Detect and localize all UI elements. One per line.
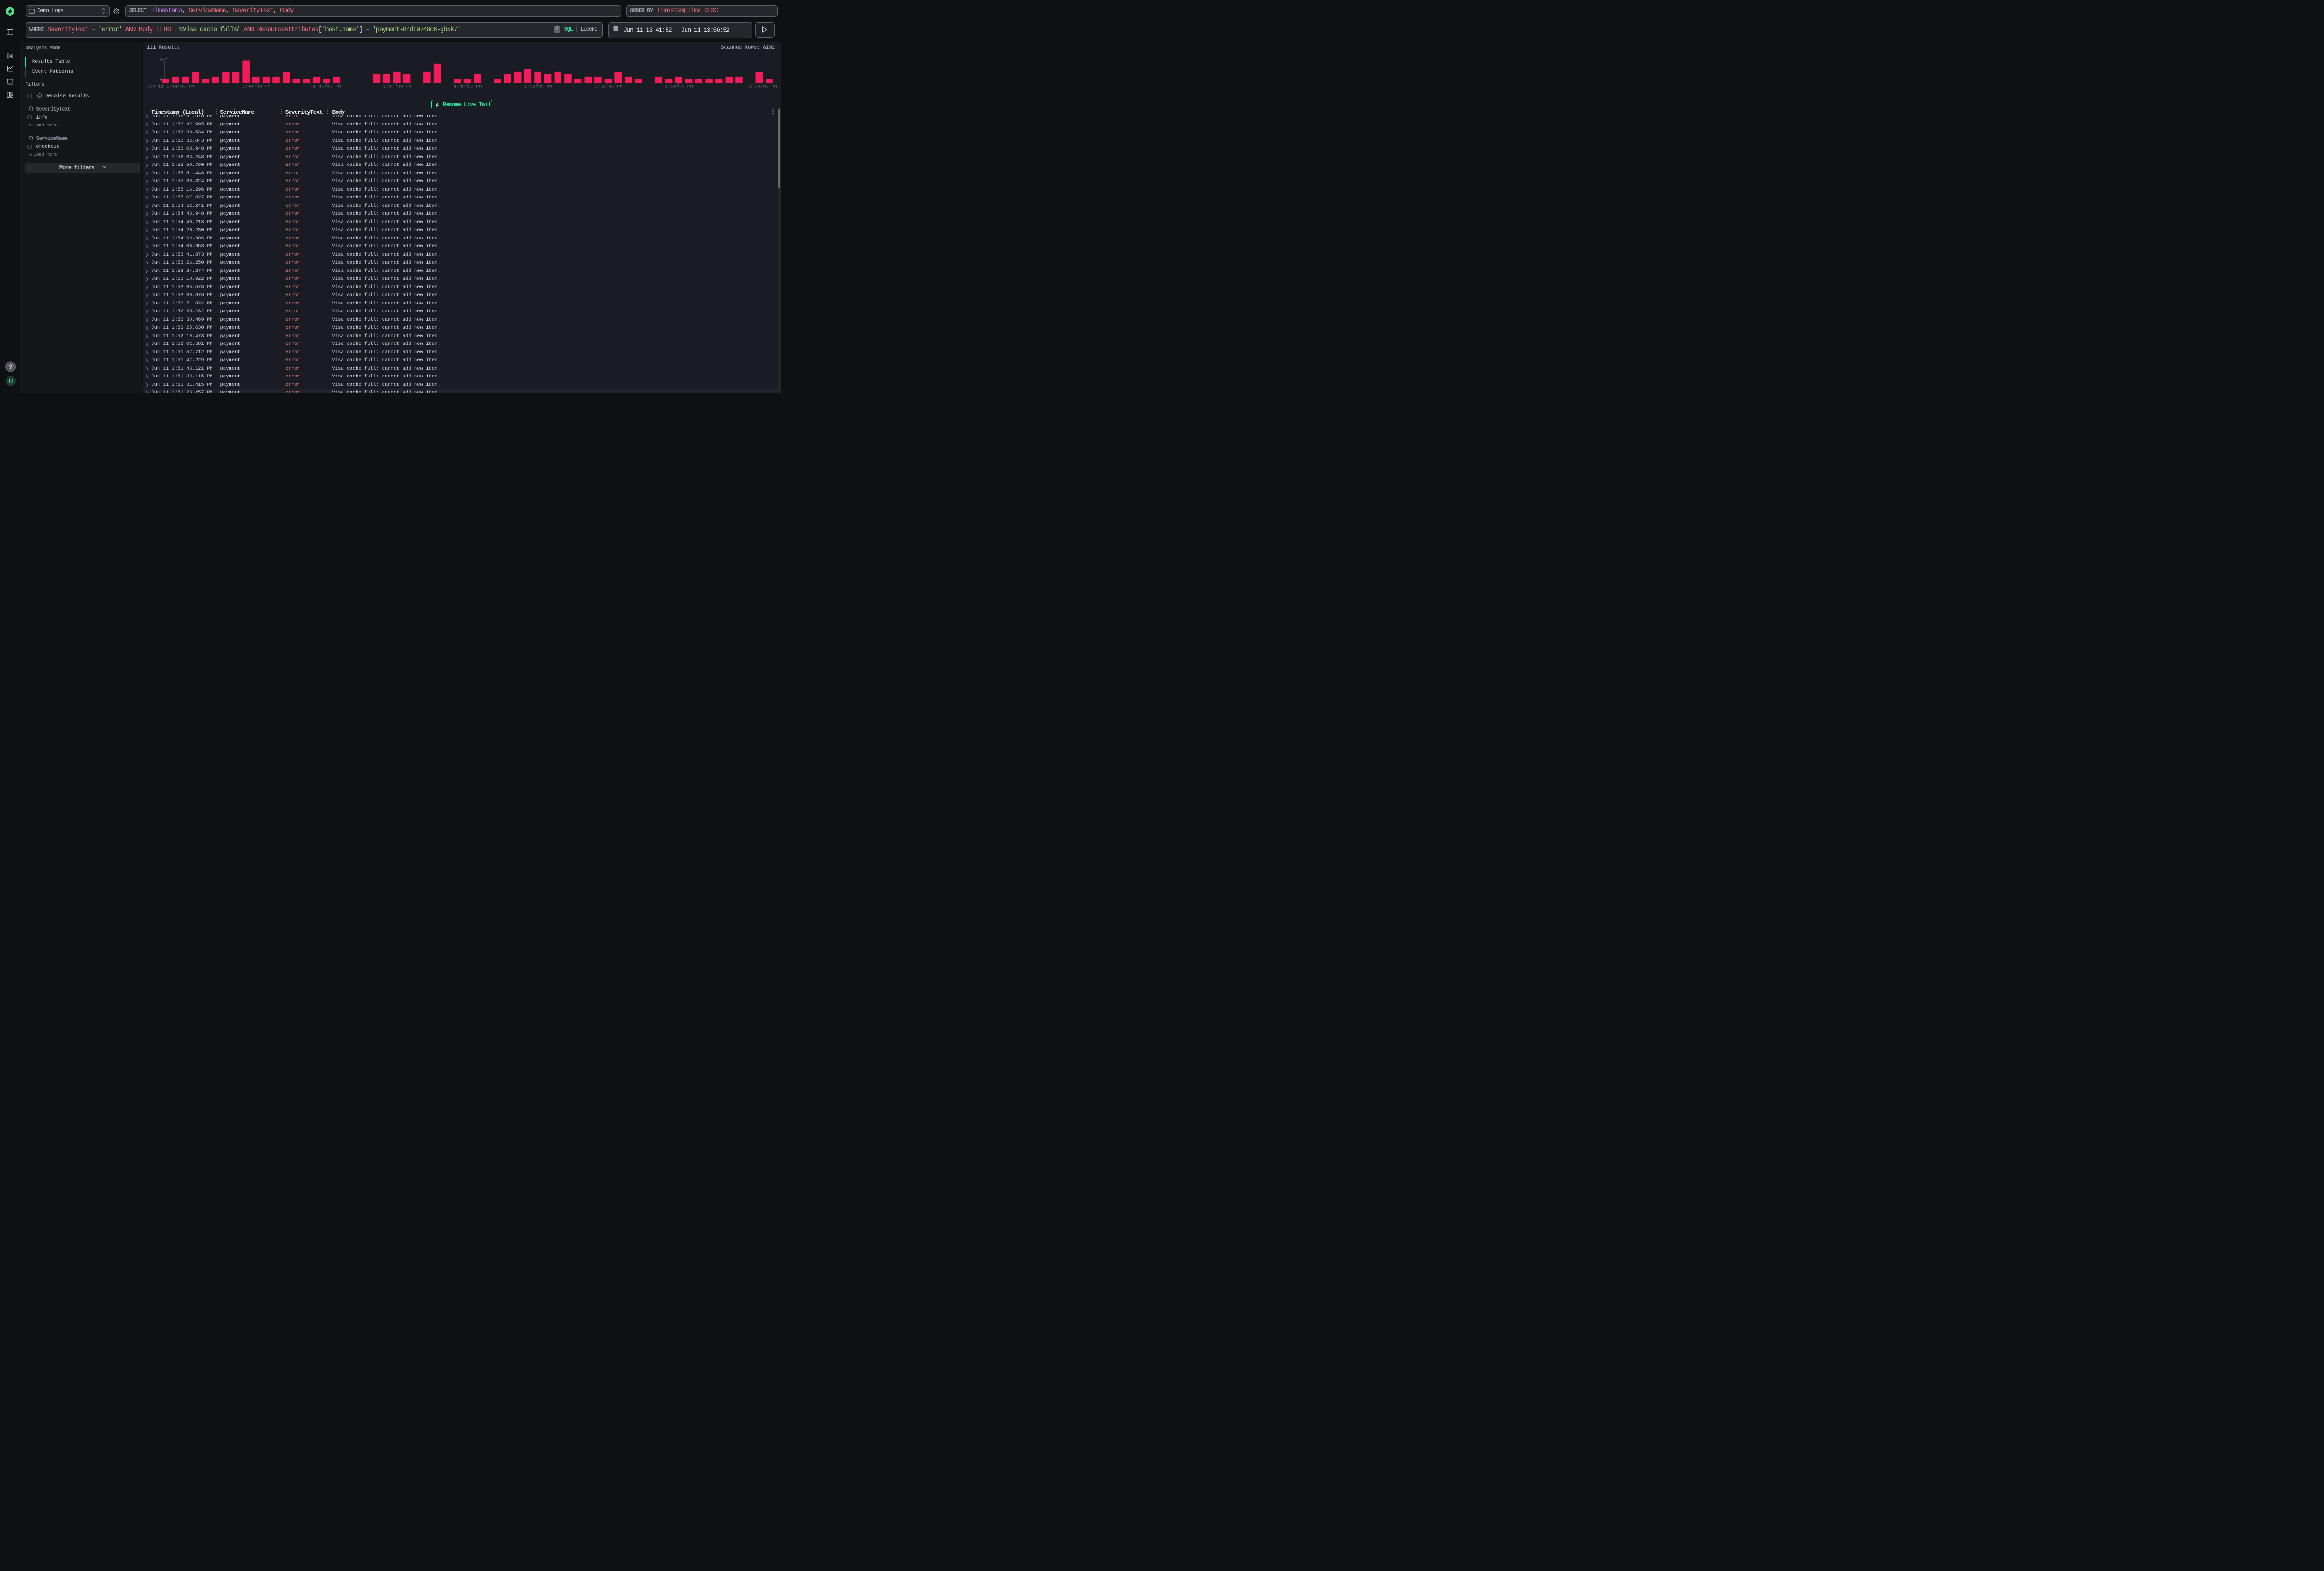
svg-text:1:44:00 PM: 1:44:00 PM <box>242 85 270 90</box>
svg-text:Jun 11 1:41:45 PM: Jun 11 1:41:45 PM <box>147 85 194 90</box>
svg-text:1:54:30 PM: 1:54:30 PM <box>665 85 693 90</box>
svg-text:1:49:15 PM: 1:49:15 PM <box>454 85 482 90</box>
svg-text:1:56:45 PM: 1:56:45 PM <box>749 85 777 90</box>
svg-text:1:52:45 PM: 1:52:45 PM <box>594 85 622 90</box>
svg-text:U: U <box>9 378 13 384</box>
svg-text:1:45:45 PM: 1:45:45 PM <box>313 85 341 90</box>
svg-text:?: ? <box>9 363 13 370</box>
svg-text:8: 8 <box>160 58 163 63</box>
svg-text:1:51:00 PM: 1:51:00 PM <box>524 85 552 90</box>
svg-text:1:47:30 PM: 1:47:30 PM <box>383 85 411 90</box>
